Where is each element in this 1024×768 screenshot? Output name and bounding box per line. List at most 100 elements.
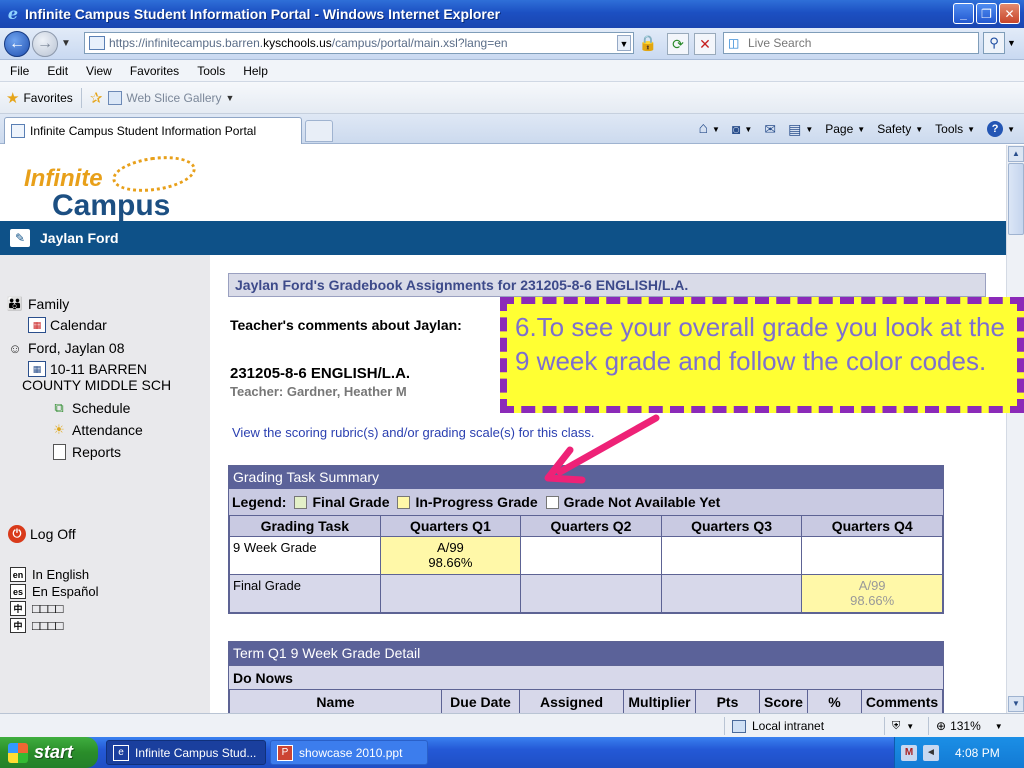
recent-pages-dropdown[interactable]: ▼ [61, 38, 71, 49]
language-flag-icon: es [10, 584, 26, 599]
add-favorite-icon[interactable]: ✰ [90, 89, 103, 107]
scroll-up-button[interactable]: ▲ [1008, 146, 1024, 162]
safety-menu-label: Safety [877, 122, 912, 136]
stop-button[interactable]: ✕ [694, 33, 716, 55]
minimize-button[interactable]: _ [953, 3, 974, 24]
antivirus-icon[interactable]: M [901, 744, 917, 761]
menu-file[interactable]: File [0, 64, 38, 78]
mail-icon: ✉ [764, 120, 777, 137]
column-header[interactable]: % [807, 689, 862, 713]
web-slice-dropdown[interactable]: ▼ [226, 93, 235, 103]
address-toolbar: ← → ▼ https://infinitecampus.barren.kysc… [0, 28, 1024, 60]
new-tab-button[interactable] [305, 120, 333, 142]
close-button[interactable]: ✕ [999, 3, 1020, 24]
sidebar-item-label: Log Off [30, 526, 76, 542]
url-text: https://infinitecampus.barren.kyschools.… [109, 36, 508, 50]
printer-icon: ▤ [788, 120, 802, 137]
scroll-thumb[interactable] [1008, 163, 1024, 235]
chevron-down-icon: ▼ [994, 721, 1003, 731]
help-button[interactable]: ? ▼ [982, 121, 1020, 137]
forward-button[interactable]: → [32, 31, 58, 57]
start-button[interactable]: start [0, 737, 98, 768]
lock-icon[interactable]: 🔒 [638, 34, 658, 54]
web-slice-gallery-link[interactable]: Web Slice Gallery [126, 91, 221, 105]
home-button[interactable]: ⌂ ▼ [693, 120, 725, 138]
read-mail-button[interactable]: ✉ [759, 121, 781, 138]
user-header-bar: ✎ Jaylan Ford [0, 221, 1006, 255]
search-input[interactable]: ◫ Live Search [723, 32, 979, 54]
ie-icon: e [113, 744, 129, 761]
menu-help[interactable]: Help [234, 64, 277, 78]
chevron-down-icon: ▼ [915, 124, 924, 134]
column-header[interactable]: Name [229, 689, 442, 713]
menu-tools[interactable]: Tools [188, 64, 234, 78]
page-viewport: Infinite Campus ✎ Jaylan Ford 👪 Family ▦… [0, 145, 1006, 713]
back-button[interactable]: ← [4, 31, 30, 57]
magnifier-icon: ⚲ [989, 35, 999, 50]
start-label: start [34, 742, 74, 762]
legend-na-label: Grade Not Available Yet [563, 494, 721, 510]
sidebar-item-reports[interactable]: Reports [50, 443, 121, 461]
address-bar[interactable]: https://infinitecampus.barren.kyschools.… [84, 32, 634, 54]
sidebar-item-schedule[interactable]: ⧉ Schedule [50, 399, 130, 417]
clock: 4:08 PM [955, 745, 1000, 760]
grade-cell-q2 [520, 536, 662, 575]
print-button[interactable]: ▤ ▼ [783, 121, 818, 138]
menu-view[interactable]: View [77, 64, 121, 78]
sidebar-item-attendance[interactable]: ☀ Attendance [50, 421, 143, 439]
protected-mode-button[interactable]: ⛨ ▼ [892, 717, 914, 735]
sidebar-item-school[interactable]: ▦ 10-11 BARREN COUNTY MIDDLE SCH [22, 361, 171, 393]
sidebar-item-label: Attendance [72, 422, 143, 438]
command-bar: ⌂ ▼ ◙ ▼ ✉ ▤ ▼ Page ▼ Safety ▼ Tools ▼ ? ▼ [693, 118, 1020, 140]
menu-edit[interactable]: Edit [38, 64, 77, 78]
sidebar-lang-spanish[interactable]: es En Español [10, 584, 99, 599]
grade-cell-q1 [379, 574, 522, 613]
arrow-left-icon: ← [9, 35, 25, 52]
sidebar-item-family[interactable]: 👪 Family [6, 295, 69, 313]
speaker-icon[interactable]: ◄ [923, 744, 939, 761]
taskbar-item-label: showcase 2010.ppt [299, 745, 403, 760]
sidebar-item-logoff[interactable]: ⏻ Log Off [8, 525, 76, 543]
column-header[interactable]: Comments [861, 689, 943, 713]
grade-cell-q3 [660, 574, 803, 613]
table-header-row: Grading Task Quarters Q1 Quarters Q2 Qua… [229, 515, 943, 537]
grade-cell-q1[interactable]: A/99 98.66% [379, 536, 522, 575]
menu-favorites[interactable]: Favorites [121, 64, 188, 78]
sidebar-item-student[interactable]: ☺ Ford, Jaylan 08 [6, 339, 124, 357]
shield-icon: ⛨ [892, 719, 901, 732]
sidebar-lang-chinese-1[interactable]: 中 □□□□ [10, 601, 63, 616]
scroll-down-button[interactable]: ▼ [1008, 696, 1024, 712]
refresh-button[interactable]: ⟳ [667, 33, 689, 55]
page-icon [11, 124, 25, 138]
search-placeholder: Live Search [748, 36, 812, 50]
sidebar-lang-chinese-2[interactable]: 中 □□□□ [10, 618, 63, 633]
safety-menu[interactable]: Safety ▼ [872, 122, 928, 136]
restore-button[interactable]: ❐ [976, 3, 997, 24]
taskbar-item-ppt[interactable]: P showcase 2010.ppt [270, 740, 428, 765]
grade-cell-q4[interactable]: A/99 98.66% [801, 574, 943, 613]
tab-infinite-campus[interactable]: Infinite Campus Student Information Port… [4, 117, 302, 144]
feeds-button[interactable]: ◙ ▼ [727, 121, 757, 137]
search-button[interactable]: ⚲ [983, 32, 1005, 54]
column-header: Quarters Q3 [660, 515, 803, 537]
vertical-scrollbar[interactable]: ▲ ▼ [1006, 145, 1024, 713]
zoom-control[interactable]: ⊕ 131% ▼ [936, 717, 1003, 735]
address-dropdown[interactable]: ▼ [617, 35, 631, 51]
live-search-icon: ◫ [728, 36, 740, 50]
sidebar-item-calendar[interactable]: ▦ Calendar [28, 317, 107, 333]
family-icon: 👪 [6, 296, 24, 311]
search-options-dropdown[interactable]: ▼ [1007, 38, 1016, 48]
zone-label: Local intranet [752, 719, 825, 733]
table-row: Final Grade A/99 98.66% [229, 574, 943, 613]
page-menu[interactable]: Page ▼ [820, 122, 870, 136]
column-header[interactable]: Multiplier [623, 689, 696, 713]
column-header[interactable]: Pts [695, 689, 760, 713]
sidebar-lang-english[interactable]: en In English [10, 567, 89, 582]
column-header[interactable]: Assigned [519, 689, 624, 713]
column-header[interactable]: Score [759, 689, 808, 713]
tools-menu[interactable]: Tools ▼ [930, 122, 980, 136]
favorites-button[interactable]: Favorites [23, 91, 72, 105]
column-header[interactable]: Due Date [441, 689, 520, 713]
windows-flag-icon [8, 742, 28, 763]
taskbar-item-ie[interactable]: e Infinite Campus Stud... [106, 740, 266, 765]
